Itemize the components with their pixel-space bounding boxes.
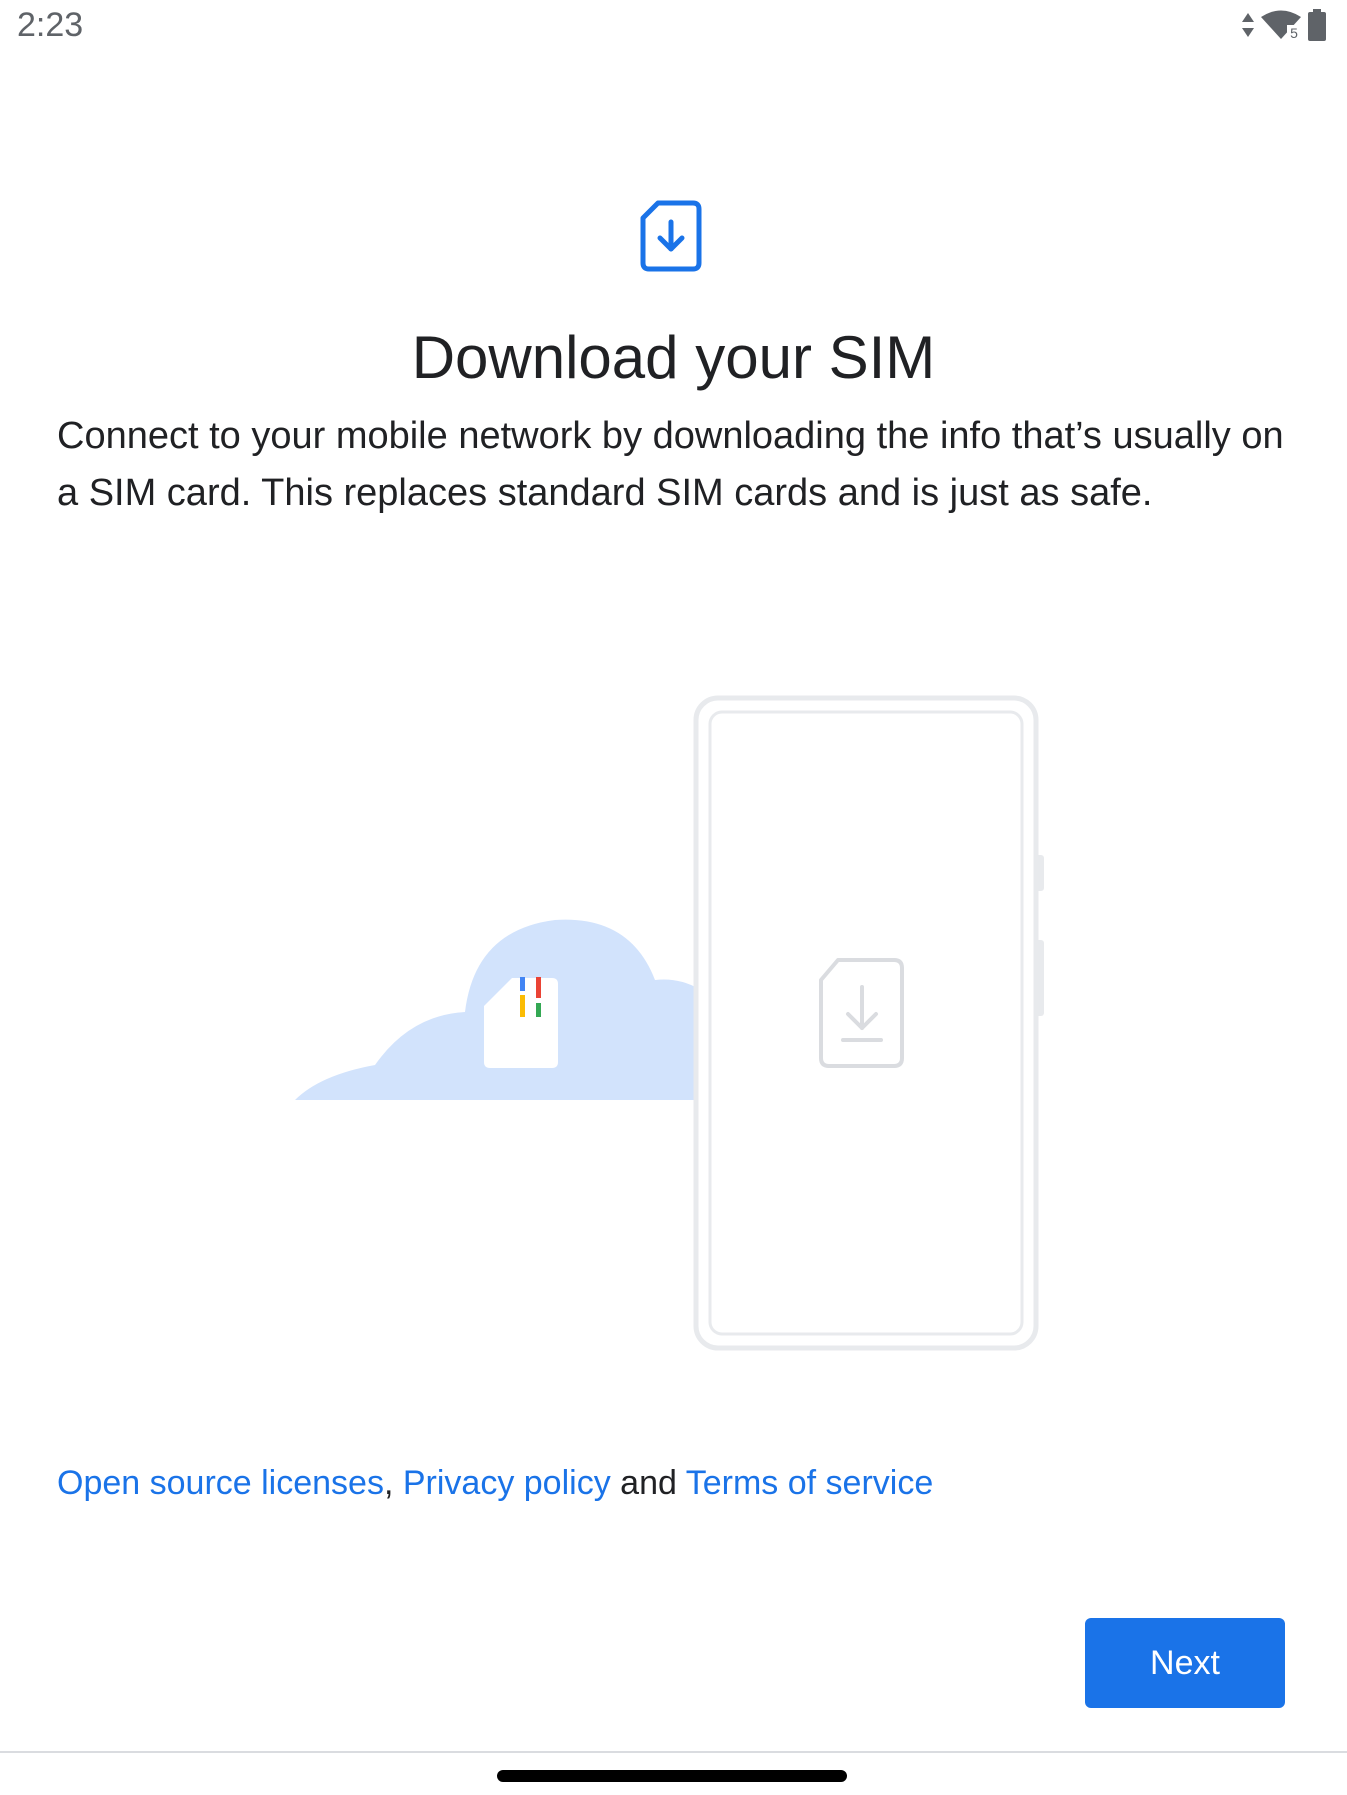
open-source-licenses-link[interactable]: Open source licenses <box>57 1464 384 1502</box>
wifi-icon: 5 <box>1261 10 1301 40</box>
illustration <box>295 695 1044 1351</box>
status-time: 2:23 <box>17 6 84 44</box>
gesture-navigation-bar[interactable] <box>497 1770 847 1782</box>
legal-comma: , <box>383 1464 394 1502</box>
phone-graphic <box>693 695 1044 1351</box>
battery-icon <box>1308 9 1326 41</box>
legal-links: Open source licenses, Privacy policy and… <box>57 1458 933 1508</box>
data-arrows-icon <box>1242 13 1254 37</box>
status-icons: 5 <box>1241 9 1327 41</box>
description-text: Connect to your mobile network by downlo… <box>57 415 1284 514</box>
wifi-badge: 5 <box>1290 25 1298 40</box>
terms-of-service-link[interactable]: Terms of service <box>686 1464 934 1502</box>
status-bar: 2:23 5 <box>0 0 1347 56</box>
legal-and-text: and <box>620 1464 677 1502</box>
sim-download-icon <box>640 200 702 272</box>
privacy-policy-link[interactable]: Privacy policy <box>403 1464 611 1502</box>
page-title: Download your SIM <box>411 324 936 391</box>
next-button[interactable]: Next <box>1085 1618 1285 1708</box>
bottom-divider <box>0 1751 1347 1753</box>
